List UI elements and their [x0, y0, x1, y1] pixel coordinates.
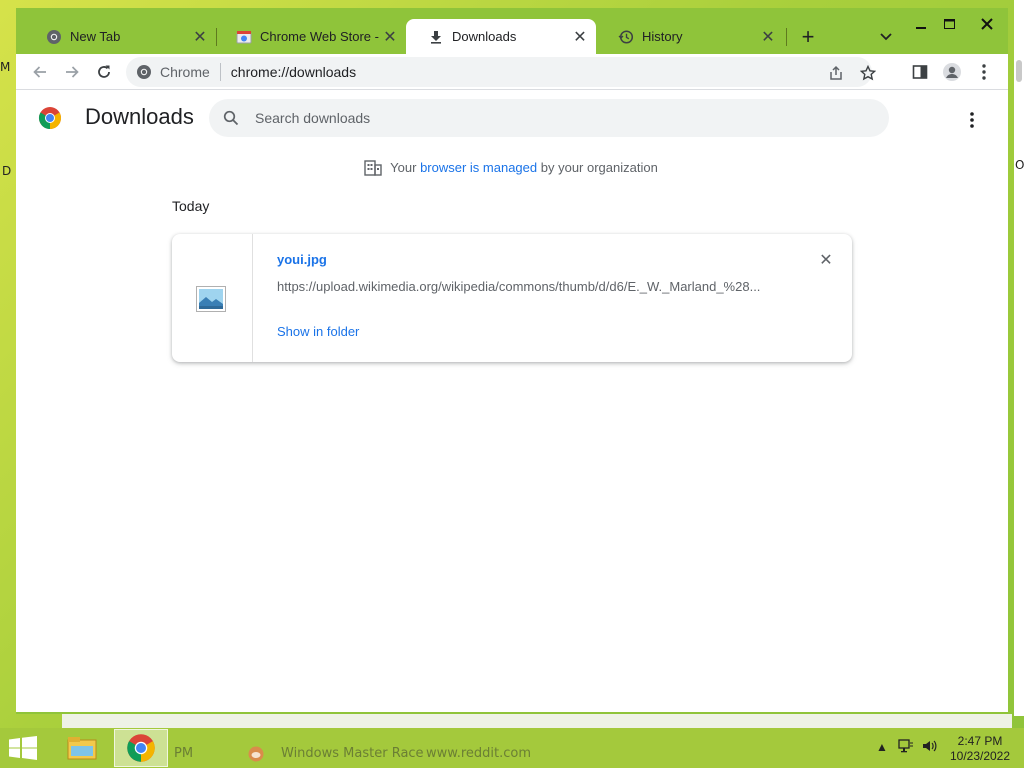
tab-chrome-web-store[interactable]: Chrome Web Store - Ex ✕	[214, 19, 406, 54]
date-section-heading: Today	[172, 198, 210, 214]
ghost-text: Windows Master Race	[281, 746, 424, 761]
more-menu-icon[interactable]	[970, 58, 998, 86]
download-item: youi.jpg https://upload.wikimedia.org/wi…	[172, 234, 852, 362]
share-icon[interactable]	[826, 63, 846, 83]
tab-title: New Tab	[70, 29, 121, 44]
close-tab-icon[interactable]: ✕	[380, 27, 400, 47]
managed-link[interactable]: browser is managed	[420, 160, 537, 175]
maximize-button[interactable]	[934, 12, 964, 36]
ghost-text: PM	[174, 746, 194, 761]
file-thumbnail-column	[172, 234, 253, 362]
managed-prefix: Your	[390, 159, 417, 175]
network-icon[interactable]	[898, 739, 914, 756]
search-downloads-field[interactable]	[209, 99, 889, 137]
forward-button[interactable]	[58, 58, 86, 86]
tray-chevron-icon[interactable]: ▲	[876, 740, 888, 754]
tab-downloads[interactable]: Downloads ✕	[406, 19, 596, 54]
url-text: chrome://downloads	[230, 64, 357, 80]
close-tab-icon[interactable]: ✕	[190, 27, 210, 47]
desktop-fragment: M	[0, 60, 11, 74]
desktop-fragment: O	[1015, 158, 1024, 172]
chevron-down-icon[interactable]	[874, 25, 898, 49]
tab-separator	[786, 28, 787, 46]
image-file-icon	[196, 286, 226, 312]
ghost-text: www.reddit.com	[426, 746, 532, 761]
side-panel-icon[interactable]	[906, 58, 934, 86]
tab-title: Chrome Web Store - Ex	[260, 29, 380, 44]
show-in-folder-link[interactable]: Show in folder	[277, 324, 359, 339]
page-title: Downloads	[85, 104, 194, 129]
taskbar: PM Windows Master Race www.reddit.com ▲ …	[0, 728, 1024, 768]
managed-notice: Your browser is managed by your organiza…	[16, 158, 1006, 176]
background-window-strip: O	[1014, 0, 1024, 716]
close-tab-icon[interactable]: ✕	[570, 27, 590, 47]
background-window-edge	[62, 714, 1012, 728]
close-tab-icon[interactable]: ✕	[758, 27, 778, 47]
file-source-url[interactable]: https://upload.wikimedia.org/wikipedia/c…	[277, 279, 777, 294]
site-chip: Chrome	[160, 64, 210, 80]
search-input[interactable]	[255, 110, 855, 126]
address-bar[interactable]: Chrome chrome://downloads	[126, 57, 876, 87]
desktop-fragment: D	[2, 164, 12, 178]
tab-title: History	[642, 29, 683, 44]
clock-time: 2:47 PM	[957, 734, 1003, 748]
downloads-page: Downloads Your browser is managed by you…	[16, 90, 1008, 712]
reddit-icon	[248, 746, 266, 764]
browser-window: New Tab ✕ Chrome Web Store - Ex ✕ Downlo…	[16, 8, 1008, 714]
new-tab-button[interactable]: +	[796, 24, 820, 49]
bookmark-star-icon[interactable]	[858, 63, 878, 83]
background-scrollbar	[1016, 60, 1022, 82]
download-icon	[428, 29, 444, 45]
tab-new-tab[interactable]: New Tab ✕	[24, 19, 216, 54]
chrome-logo-icon	[38, 106, 62, 130]
volume-icon[interactable]	[922, 739, 938, 756]
remove-download-button[interactable]: ✕	[816, 250, 836, 270]
windows-start-icon[interactable]	[8, 736, 38, 760]
building-icon	[364, 158, 382, 176]
back-button[interactable]	[26, 58, 54, 86]
tab-title: Downloads	[452, 29, 517, 44]
chrome-icon	[46, 29, 62, 45]
history-icon	[618, 29, 634, 45]
close-window-button[interactable]	[970, 12, 1004, 36]
search-icon	[221, 108, 241, 128]
chrome-taskbar-icon[interactable]	[114, 729, 168, 767]
minimize-button[interactable]	[906, 12, 936, 36]
tab-strip: New Tab ✕ Chrome Web Store - Ex ✕ Downlo…	[16, 8, 1008, 54]
managed-suffix: by your organization	[540, 159, 658, 175]
reload-button[interactable]	[90, 58, 118, 86]
profile-avatar-icon[interactable]	[938, 58, 966, 86]
browser-toolbar: Chrome chrome://downloads	[16, 54, 1008, 90]
file-name-link[interactable]: youi.jpg	[277, 252, 327, 267]
more-actions-icon[interactable]	[960, 108, 984, 132]
clock-date: 10/23/2022	[949, 749, 1011, 763]
chrome-icon	[136, 64, 152, 80]
downloads-header: Downloads	[16, 90, 1006, 146]
web-store-icon	[236, 29, 252, 45]
system-clock[interactable]: 2:47 PM 10/23/2022	[944, 734, 1016, 764]
tab-history[interactable]: History ✕	[596, 19, 784, 54]
divider	[219, 63, 221, 81]
file-explorer-icon[interactable]	[58, 729, 106, 767]
